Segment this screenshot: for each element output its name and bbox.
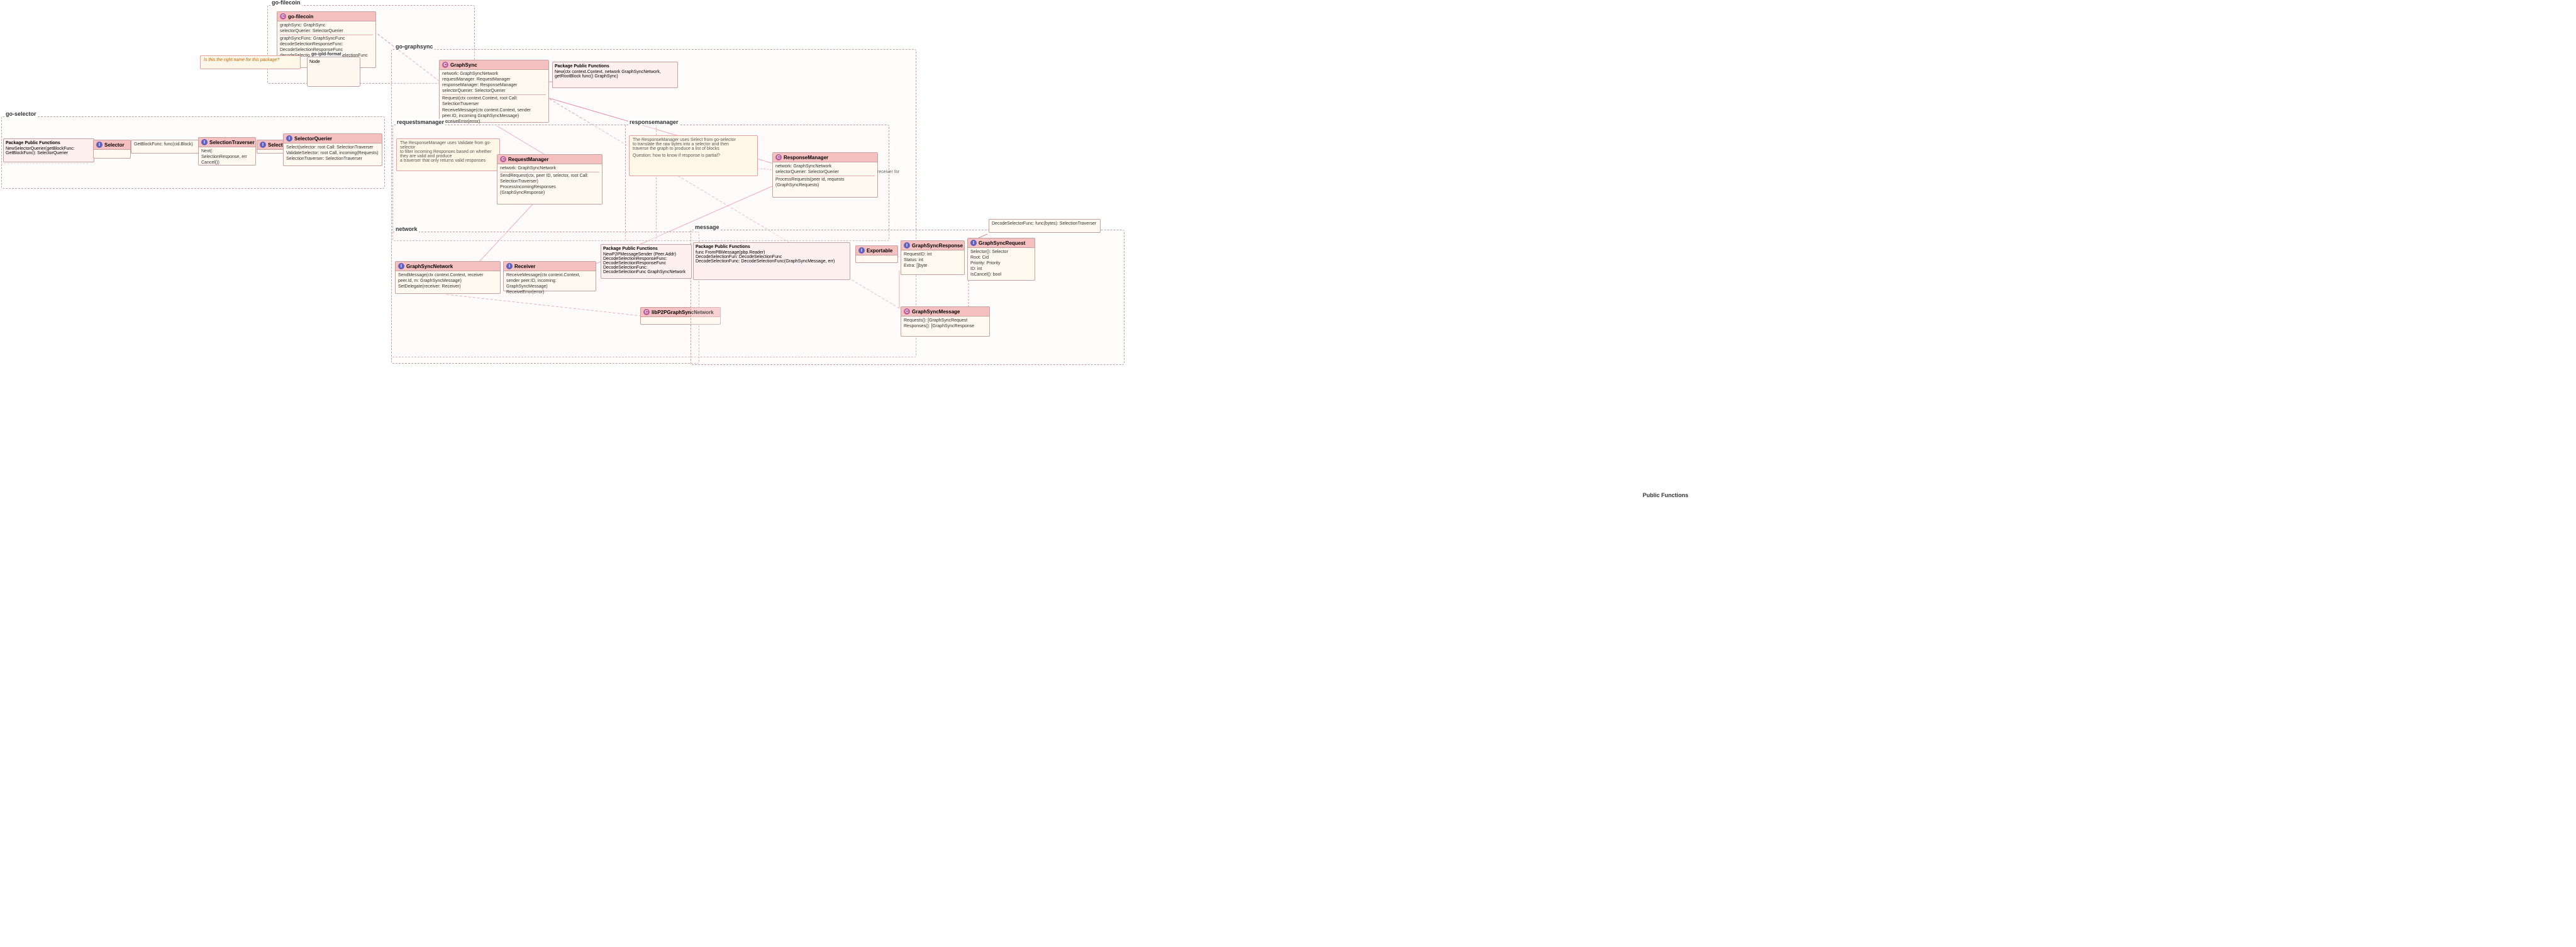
package-network-label: network (394, 226, 419, 232)
libp2p-class-icon: C (643, 309, 650, 315)
receiver-for-label: receiver for (877, 170, 899, 174)
node-graphsync-request-msg: I GraphSyncRequest Selector(): Selector … (967, 238, 1035, 281)
request-manager-class-icon: C (500, 156, 506, 162)
package-message-label: message (694, 224, 721, 230)
package-public-functions-message: Package Public Functions func FromPBMess… (693, 242, 850, 280)
connections-svg (0, 0, 2576, 947)
node-selector-header: I Selector (94, 140, 130, 150)
selection-response-interface-icon: I (260, 142, 266, 148)
node-request-manager: C RequestManager network: GraphSyncNetwo… (497, 154, 602, 205)
graphsync-response-interface-icon: I (904, 242, 910, 249)
comment-responsemanager-select: The ResponseManager uses Select from go-… (629, 135, 758, 176)
node-graphsync-request-msg-header: I GraphSyncRequest (968, 238, 1035, 248)
node-exportable-header: I Exportable (856, 246, 897, 255)
node-selector: I Selector (93, 140, 131, 159)
comment-responsemanager-validate: The ResponseManager uses Validate from g… (396, 138, 500, 171)
exportable-interface-icon: I (858, 247, 865, 254)
graphsync-message-class-icon: C (904, 308, 910, 315)
selector-interface-icon: I (96, 142, 103, 148)
selector-querier-interface-icon: I (286, 135, 292, 142)
node-graphsync-message-header: C GraphSyncMessage (901, 307, 989, 317)
package-responsemanager-label: responsemanager (628, 119, 680, 125)
node-response-manager-header: C ResponseManager (773, 153, 877, 162)
receiver-interface-icon: I (506, 263, 513, 269)
node-getblockfunc: GetBlockFunc: func(cid.Block) (131, 140, 199, 154)
node-graphsync-network: I GraphSyncNetwork SendMessage(ctx conte… (395, 261, 501, 294)
node-graphsync-response: I GraphSyncResponse RequestID: int Statu… (901, 240, 965, 275)
node-request-manager-header: C RequestManager (497, 155, 602, 164)
package-requestsmanager-label: requestsmanager (396, 119, 445, 125)
node-getblockfunc-body: GetBlockFunc: func(cid.Block) (131, 140, 198, 148)
node-receiver: I Receiver ReceiveMessage(ctx context.Co… (503, 261, 596, 291)
diagram-canvas: go-filecoin C go-filecoin graphSync: Gra… (0, 0, 2576, 947)
selection-traverser-interface-icon: I (201, 139, 208, 145)
node-selection-traverser: I SelectionTraverser Next(: SelectionRes… (198, 137, 256, 165)
node-graphsync-message: C GraphSyncMessage Requests(): [GraphSyn… (901, 306, 990, 337)
response-manager-class-icon: C (775, 154, 782, 160)
package-go-ipld-format-label: go-ipld-format (310, 52, 342, 57)
node-graphsync-network-header: I GraphSyncNetwork (396, 262, 500, 271)
node-exportable: I Exportable (855, 245, 898, 263)
class-icon: C (280, 13, 286, 20)
package-public-functions-network: Package Public Functions NewP2PMessageSe… (601, 244, 692, 279)
node-response-manager: C ResponseManager network: GraphSyncNetw… (772, 152, 878, 198)
package-go-filecoin-label: go-filecoin (270, 0, 302, 6)
graphsync-network-interface-icon: I (398, 263, 404, 269)
node-selector-querier: I SelectorQuerier Select(selector: root … (283, 133, 382, 166)
public-functions-detected-label: Public Functions (1643, 492, 1689, 498)
node-selection-traverser-header: I SelectionTraverser (199, 138, 255, 147)
node-graphsync-header: C GraphSync (440, 60, 548, 70)
graphsync-class-icon: C (442, 62, 448, 68)
package-go-graphsync-label: go-graphsync (394, 43, 435, 50)
node-graphsync-body: network: GraphSyncNetwork requestManager… (440, 70, 548, 126)
package-public-functions-selector: Package Public Functions NewSelectorQuer… (3, 138, 94, 162)
package-go-selector-label: go-selector (4, 111, 38, 117)
graphsync-request-interface-icon: I (970, 240, 977, 246)
node-receiver-header: I Receiver (504, 262, 596, 271)
node-decode-selector-func: DecodeSelectorFunc: func(bytes): Selecti… (989, 219, 1101, 233)
package-go-ipld-format: go-ipld-format Node (307, 57, 360, 87)
node-go-filecoin-header: C go-filecoin (277, 12, 375, 21)
node-graphsync: C GraphSync network: GraphSyncNetwork re… (439, 60, 549, 123)
package-public-functions-graphsync: Package Public Functions New(ctx context… (552, 62, 678, 88)
comment-right-name: Is this the right name for this package? (200, 55, 301, 69)
node-graphsync-response-header: I GraphSyncResponse (901, 241, 964, 250)
node-selector-querier-header: I SelectorQuerier (284, 134, 382, 143)
